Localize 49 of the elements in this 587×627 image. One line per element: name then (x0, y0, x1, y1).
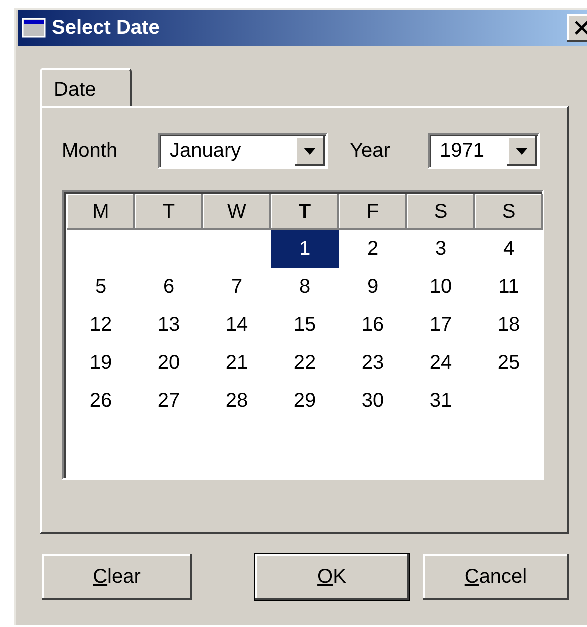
day-cell[interactable]: 24 (407, 344, 475, 382)
dialog-button[interactable]: Cancel (423, 554, 569, 600)
day-cell[interactable]: 28 (203, 382, 271, 420)
weekday-header: W (203, 194, 271, 230)
year-label: Year (350, 140, 392, 162)
window-icon (22, 18, 46, 38)
month-label: Month (62, 140, 119, 162)
close-icon (574, 21, 587, 35)
year-dropdown[interactable]: 1971 (428, 133, 540, 169)
day-cell[interactable]: 18 (475, 306, 543, 344)
day-cell[interactable]: 4 (475, 230, 543, 268)
month-dropdown[interactable]: January (158, 133, 328, 169)
weekday-header: T (271, 194, 339, 230)
day-cell[interactable]: 7 (203, 268, 271, 306)
day-cell[interactable]: 20 (135, 344, 203, 382)
day-cell[interactable]: 31 (407, 382, 475, 420)
day-cell[interactable]: 17 (407, 306, 475, 344)
day-cell[interactable]: 8 (271, 268, 339, 306)
day-cell[interactable]: 27 (135, 382, 203, 420)
day-cell[interactable]: 15 (271, 306, 339, 344)
day-cell[interactable]: 2 (339, 230, 407, 268)
day-cell[interactable]: 30 (339, 382, 407, 420)
day-cell[interactable]: 23 (339, 344, 407, 382)
dialog-button[interactable]: Clear (42, 554, 192, 600)
day-cell[interactable]: 9 (339, 268, 407, 306)
date-tab[interactable]: Date (40, 68, 132, 108)
day-cell[interactable]: 26 (67, 382, 135, 420)
day-cell[interactable]: 10 (407, 268, 475, 306)
window-title: Select Date (52, 16, 160, 40)
weekday-header: F (339, 194, 407, 230)
weekday-header: S (407, 194, 475, 230)
day-cell[interactable]: 19 (67, 344, 135, 382)
day-cell[interactable]: 22 (271, 344, 339, 382)
day-cell[interactable]: 25 (475, 344, 543, 382)
day-cell[interactable]: 12 (67, 306, 135, 344)
day-cell[interactable]: 6 (135, 268, 203, 306)
day-cell[interactable]: 3 (407, 230, 475, 268)
weekday-header: T (135, 194, 203, 230)
dialog-button[interactable]: OK (255, 554, 409, 600)
day-cell[interactable]: 14 (203, 306, 271, 344)
day-cell[interactable]: 11 (475, 268, 543, 306)
day-cell[interactable]: 1 (271, 230, 339, 268)
weekday-header: S (475, 194, 543, 230)
day-cell[interactable]: 16 (339, 306, 407, 344)
day-cell[interactable]: 21 (203, 344, 271, 382)
day-cell[interactable]: 13 (135, 306, 203, 344)
day-cell[interactable]: 5 (67, 268, 135, 306)
day-cell[interactable]: 29 (271, 382, 339, 420)
weekday-header: M (67, 194, 135, 230)
